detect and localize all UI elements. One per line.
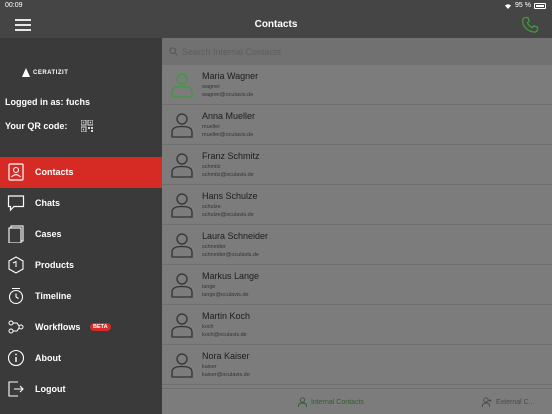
- online-user-icon: [171, 73, 193, 98]
- status-bar: 00:09 95 %: [0, 0, 552, 12]
- products-icon: [8, 256, 24, 274]
- tab-internal-contacts[interactable]: Internal Contacts: [298, 397, 364, 407]
- contact-name: Maria Wagner: [202, 71, 259, 81]
- nav-bar: Contacts: [0, 12, 552, 38]
- sidebar-item-chats[interactable]: Chats: [0, 188, 162, 219]
- contact-row-markus-lange[interactable]: Markus Lange lange lange@oculavis.de: [162, 265, 552, 305]
- sidebar-item-label: Timeline: [35, 291, 72, 301]
- contact-username: schulze: [202, 204, 221, 210]
- contact-username: wagner: [202, 84, 221, 90]
- wifi-icon: [505, 3, 512, 9]
- contact-name: Martin Koch: [202, 311, 251, 321]
- contact-username: schneider: [202, 244, 226, 250]
- contact-email: schneider@oculavis.de: [202, 252, 259, 258]
- internal-user-icon: [298, 397, 307, 407]
- app-screen: 00:09 95 % Contacts CERATIZIT Logged in …: [0, 0, 552, 414]
- page-title: Contacts: [254, 19, 298, 30]
- contact-row-laura-schneider[interactable]: Laura Schneider schneider schneider@ocul…: [162, 225, 552, 265]
- contact-email: koch@oculavis.de: [202, 332, 247, 338]
- contact-row-hans-schulze[interactable]: Hans Schulze schulze schulze@oculavis.de: [162, 185, 552, 225]
- contact-name: Markus Lange: [202, 271, 260, 281]
- external-user-icon: [482, 397, 492, 407]
- logout-icon: [8, 381, 24, 397]
- sidebar-item-label: About: [35, 353, 61, 363]
- contact-email: kaiser@oculavis.de: [202, 372, 250, 378]
- logo-mark-icon: [22, 68, 30, 77]
- contact-username: lange: [202, 284, 216, 290]
- contacts-panel: Maria Wagner wagner wagner@oculavis.de A…: [162, 38, 552, 414]
- contacts-tab-bar: Internal Contacts External C...: [162, 388, 552, 414]
- sidebar-item-label: Contacts: [35, 167, 74, 177]
- sidebar-item-label: Chats: [35, 198, 61, 208]
- search-icon: [169, 47, 178, 56]
- user-icon: [171, 113, 193, 138]
- user-icon: [171, 193, 193, 218]
- beta-badge: BETA: [90, 323, 111, 331]
- sidebar-item-contacts[interactable]: Contacts: [0, 157, 162, 188]
- contact-name: Laura Schneider: [202, 231, 269, 241]
- info-icon: [7, 349, 25, 367]
- contact-username: koch: [202, 324, 214, 330]
- tab-label: External C...: [496, 398, 535, 406]
- battery-icon: [534, 2, 546, 9]
- sidebar-item-label: Logout: [35, 384, 66, 394]
- contact-email: lange@oculavis.de: [202, 292, 249, 298]
- contact-username: kaiser: [202, 364, 217, 370]
- sidebar-item-workflows[interactable]: Workflows BETA: [0, 312, 162, 343]
- logo-text: CERATIZIT: [33, 69, 69, 76]
- sidebar-item-products[interactable]: Products: [0, 250, 162, 281]
- cases-icon: [8, 225, 24, 243]
- contact-name: Anna Mueller: [202, 111, 256, 121]
- contact-username: schmitz: [202, 164, 221, 170]
- qr-code-icon[interactable]: [81, 120, 94, 132]
- search-input[interactable]: [182, 45, 542, 59]
- sidebar-item-label: Products: [35, 260, 75, 270]
- logged-in-label: Logged in as: fuchs: [5, 97, 91, 107]
- company-logo: CERATIZIT: [22, 68, 68, 77]
- workflows-icon: [8, 320, 24, 334]
- sidebar-item-cases[interactable]: Cases: [0, 219, 162, 250]
- contact-email: mueller@oculavis.de: [202, 132, 254, 138]
- contact-name: Nora Kaiser: [202, 351, 250, 361]
- sidebar-item-logout[interactable]: Logout: [0, 374, 162, 405]
- contact-row-anna-mueller[interactable]: Anna Mueller mueller mueller@oculavis.de: [162, 105, 552, 145]
- user-icon: [171, 153, 193, 178]
- user-icon: [171, 313, 193, 338]
- sidebar-item-label: Workflows: [35, 322, 81, 332]
- contact-email: schulze@oculavis.de: [202, 212, 254, 218]
- contact-email: schmitz@oculavis.de: [202, 172, 254, 178]
- contacts-icon: [8, 163, 24, 181]
- user-icon: [171, 273, 193, 298]
- search-bar: [162, 38, 552, 65]
- contact-email: wagner@oculavis.de: [202, 92, 254, 98]
- battery-percent: 95 %: [515, 2, 531, 9]
- contact-row-nora-kaiser[interactable]: Nora Kaiser kaiser kaiser@oculavis.de: [162, 345, 552, 385]
- timeline-icon: [8, 287, 24, 305]
- status-right: 95 %: [504, 2, 546, 9]
- sidebar-item-about[interactable]: About: [0, 343, 162, 374]
- contact-username: mueller: [202, 124, 221, 130]
- sidebar: CERATIZIT Logged in as: fuchs Your QR co…: [0, 38, 162, 414]
- contact-row-martin-koch[interactable]: Martin Koch koch koch@oculavis.de: [162, 305, 552, 345]
- tab-external-contacts[interactable]: External C...: [482, 397, 535, 407]
- contact-row-franz-schmitz[interactable]: Franz Schmitz schmitz schmitz@oculavis.d…: [162, 145, 552, 185]
- contact-row-maria-wagner[interactable]: Maria Wagner wagner wagner@oculavis.de: [162, 65, 552, 105]
- qr-label: Your QR code:: [5, 121, 68, 131]
- contact-list: Maria Wagner wagner wagner@oculavis.de A…: [162, 65, 552, 385]
- contact-name: Franz Schmitz: [202, 151, 260, 161]
- qr-row: Your QR code:: [5, 120, 94, 132]
- phone-icon[interactable]: [520, 15, 540, 35]
- chat-icon: [7, 195, 25, 212]
- user-icon: [171, 233, 193, 258]
- tab-label: Internal Contacts: [311, 398, 364, 406]
- sidebar-item-label: Cases: [35, 229, 62, 239]
- contact-name: Hans Schulze: [202, 191, 258, 201]
- sidebar-menu: Contacts Chats Cases Products Timeline W…: [0, 157, 162, 405]
- user-icon: [171, 353, 193, 378]
- status-time: 00:09: [5, 2, 23, 9]
- sidebar-item-timeline[interactable]: Timeline: [0, 281, 162, 312]
